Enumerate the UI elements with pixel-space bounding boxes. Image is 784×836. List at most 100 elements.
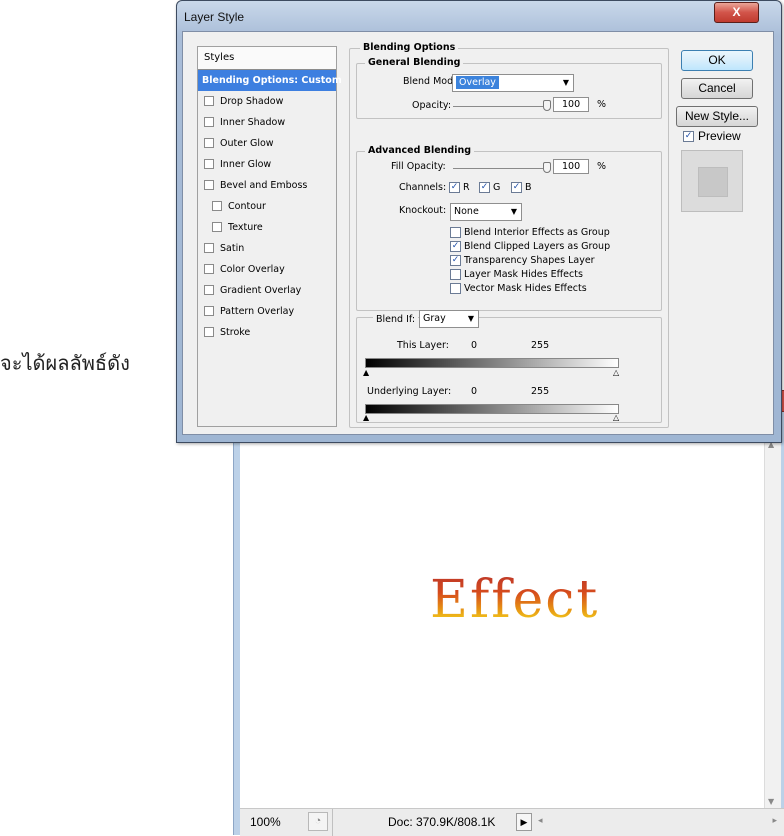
channel-g-label: G bbox=[493, 182, 501, 193]
doc-size-info: Doc: 370.9K/808.1K bbox=[388, 815, 496, 829]
style-preview-swatch bbox=[681, 150, 743, 212]
blend-if-group: Blend If: Gray ▼ This Layer: 0 255 ▲ △ U… bbox=[356, 310, 662, 423]
pattern-overlay-checkbox[interactable] bbox=[204, 306, 214, 316]
contour-checkbox[interactable] bbox=[212, 201, 222, 211]
scroll-right-icon[interactable]: ▸ bbox=[772, 815, 777, 826]
style-item-color-overlay[interactable]: Color Overlay bbox=[198, 259, 336, 280]
channels-label: Channels: bbox=[399, 182, 447, 193]
scroll-down-icon[interactable]: ▼ bbox=[768, 797, 774, 806]
inner-glow-checkbox[interactable] bbox=[204, 159, 214, 169]
blend-mode-value: Overlay bbox=[456, 76, 499, 89]
opacity-percent: % bbox=[597, 99, 607, 110]
satin-checkbox[interactable] bbox=[204, 243, 214, 253]
advanced-blending-title: Advanced Blending bbox=[365, 145, 475, 156]
style-item-pattern-overlay[interactable]: Pattern Overlay bbox=[198, 301, 336, 322]
styles-list: Styles Blending Options: Custom Drop Sha… bbox=[197, 46, 342, 427]
cancel-button[interactable]: Cancel bbox=[681, 78, 753, 99]
style-item-drop-shadow[interactable]: Drop Shadow bbox=[198, 91, 336, 112]
this-layer-max: 255 bbox=[531, 340, 550, 351]
style-item-label: Inner Shadow bbox=[220, 117, 286, 128]
fill-opacity-percent: % bbox=[597, 161, 607, 172]
this-layer-black-slider-icon[interactable]: ▲ bbox=[363, 369, 369, 377]
advanced-blending-group: Advanced Blending Fill Opacity: 100 % Ch… bbox=[356, 145, 662, 311]
channel-g-checkbox[interactable]: ✓ bbox=[479, 182, 490, 193]
underlying-black-slider-icon[interactable]: ▲ bbox=[363, 414, 369, 422]
style-item-label: Blending Options: Custom bbox=[202, 75, 342, 86]
style-item-inner-shadow[interactable]: Inner Shadow bbox=[198, 112, 336, 133]
blend-if-label: Blend If: bbox=[373, 314, 419, 325]
style-item-label: Outer Glow bbox=[220, 138, 274, 149]
layer-mask-hides-label: Layer Mask Hides Effects bbox=[464, 269, 583, 280]
channel-b-label: B bbox=[525, 182, 532, 193]
this-layer-white-slider-icon[interactable]: △ bbox=[613, 369, 619, 377]
status-bar: 100% ◔ Doc: 370.9K/808.1K ▶ ◂ ▸ bbox=[240, 808, 784, 836]
gradient-overlay-checkbox[interactable] bbox=[204, 285, 214, 295]
blend-clipped-checkbox[interactable]: ✓ bbox=[450, 241, 461, 252]
blend-interior-checkbox[interactable] bbox=[450, 227, 461, 238]
style-item-gradient-overlay[interactable]: Gradient Overlay bbox=[198, 280, 336, 301]
new-style-button[interactable]: New Style... bbox=[676, 106, 758, 127]
layer-mask-hides-checkbox[interactable] bbox=[450, 269, 461, 280]
underlying-layer-gradient bbox=[365, 404, 619, 414]
style-item-bevel-emboss[interactable]: Bevel and Emboss bbox=[198, 175, 336, 196]
style-item-contour[interactable]: Contour bbox=[198, 196, 336, 217]
style-item-label: Color Overlay bbox=[220, 264, 285, 275]
style-item-texture[interactable]: Texture bbox=[198, 217, 336, 238]
drop-shadow-checkbox[interactable] bbox=[204, 96, 214, 106]
color-overlay-checkbox[interactable] bbox=[204, 264, 214, 274]
chevron-down-icon: ▼ bbox=[562, 78, 569, 87]
style-item-stroke[interactable]: Stroke bbox=[198, 322, 336, 343]
effect-text-layer: Effect bbox=[430, 570, 600, 630]
fill-opacity-input[interactable]: 100 bbox=[553, 159, 589, 174]
fill-opacity-label: Fill Opacity: bbox=[391, 161, 446, 172]
channel-b-checkbox[interactable]: ✓ bbox=[511, 182, 522, 193]
texture-checkbox[interactable] bbox=[212, 222, 222, 232]
status-menu-arrow-icon[interactable]: ▶ bbox=[516, 813, 532, 831]
stroke-checkbox[interactable] bbox=[204, 327, 214, 337]
knockout-value: None bbox=[454, 206, 479, 217]
close-button[interactable]: X bbox=[714, 2, 759, 23]
fill-opacity-slider-thumb[interactable] bbox=[543, 162, 551, 173]
opacity-label: Opacity: bbox=[412, 100, 452, 111]
document-canvas[interactable]: Effect bbox=[240, 438, 765, 808]
proof-icon[interactable]: ◔ bbox=[308, 812, 328, 831]
general-blending-title: General Blending bbox=[365, 57, 464, 68]
style-preview-inner bbox=[698, 167, 728, 197]
transparency-shapes-checkbox[interactable]: ✓ bbox=[450, 255, 461, 266]
vertical-scrollbar[interactable]: ▲ ▼ bbox=[764, 438, 781, 808]
style-item-inner-glow[interactable]: Inner Glow bbox=[198, 154, 336, 175]
opacity-slider-thumb[interactable] bbox=[543, 100, 551, 111]
dialog-title: Layer Style bbox=[184, 10, 245, 24]
vector-mask-hides-checkbox[interactable] bbox=[450, 283, 461, 294]
style-item-label: Inner Glow bbox=[220, 159, 272, 170]
fill-opacity-slider-track[interactable] bbox=[453, 168, 551, 169]
caption-text: จะได้ผลลัพธ์ดัง bbox=[0, 351, 130, 375]
underlying-layer-min: 0 bbox=[471, 386, 478, 397]
this-layer-gradient bbox=[365, 358, 619, 368]
blending-options-group: Blending Options General Blending Blend … bbox=[349, 42, 669, 428]
styles-header[interactable]: Styles bbox=[198, 47, 336, 70]
style-item-label: Texture bbox=[228, 222, 263, 233]
channel-r-checkbox[interactable]: ✓ bbox=[449, 182, 460, 193]
ok-button[interactable]: OK bbox=[681, 50, 753, 71]
opacity-input[interactable]: 100 bbox=[553, 97, 589, 112]
underlying-white-slider-icon[interactable]: △ bbox=[613, 414, 619, 422]
preview-checkbox[interactable]: ✓ bbox=[683, 131, 694, 142]
bevel-emboss-checkbox[interactable] bbox=[204, 180, 214, 190]
outer-glow-checkbox[interactable] bbox=[204, 138, 214, 148]
transparency-shapes-label: Transparency Shapes Layer bbox=[464, 255, 595, 266]
opacity-slider-track[interactable] bbox=[453, 106, 551, 107]
blend-if-value: Gray bbox=[423, 313, 446, 324]
blend-mode-select[interactable]: Overlay ▼ bbox=[452, 74, 574, 92]
inner-shadow-checkbox[interactable] bbox=[204, 117, 214, 127]
chevron-down-icon: ▼ bbox=[510, 207, 517, 216]
zoom-level[interactable]: 100% bbox=[250, 815, 281, 829]
knockout-select[interactable]: None ▼ bbox=[450, 203, 522, 221]
style-item-outer-glow[interactable]: Outer Glow bbox=[198, 133, 336, 154]
scroll-left-icon[interactable]: ◂ bbox=[538, 815, 543, 826]
style-item-satin[interactable]: Satin bbox=[198, 238, 336, 259]
style-item-blending-options[interactable]: Blending Options: Custom bbox=[198, 70, 342, 91]
preview-label: Preview bbox=[698, 129, 741, 143]
blend-if-select[interactable]: Gray ▼ bbox=[419, 310, 479, 328]
underlying-layer-max: 255 bbox=[531, 386, 550, 397]
